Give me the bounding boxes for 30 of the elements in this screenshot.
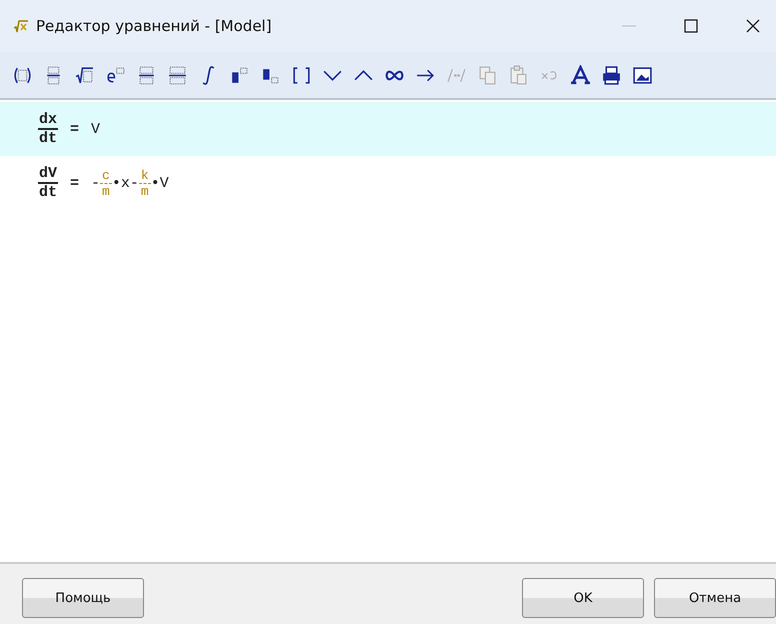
coefficient-fraction: k m [138, 168, 151, 198]
font-icon [570, 64, 591, 86]
paste-icon [508, 64, 529, 86]
expression-text: V [91, 120, 100, 138]
cancel-button[interactable]: Отмена [654, 578, 776, 618]
copy-icon [477, 64, 498, 86]
toolbar-button[interactable] [568, 64, 593, 86]
maximize-icon [683, 18, 699, 34]
sqrt-icon [74, 64, 95, 86]
derivative-fraction: dx dt [38, 111, 58, 147]
image-icon [632, 64, 653, 86]
app-icon [14, 19, 28, 33]
deriv2-icon [167, 64, 188, 86]
expression-text: •V [150, 174, 169, 192]
superscript-icon [229, 64, 250, 86]
help-button[interactable]: Помощь [22, 578, 144, 618]
derivative-fraction: dV dt [38, 165, 58, 201]
equals-sign: = [70, 120, 80, 138]
print-icon [601, 64, 622, 86]
close-icon [745, 18, 761, 34]
minimize-icon [621, 25, 637, 27]
deriv-icon [136, 64, 157, 86]
expression-text: •x- [112, 174, 139, 192]
coefficient-fraction: c m [100, 168, 112, 198]
equals-sign: = [70, 174, 80, 192]
brackets-icon [291, 64, 312, 86]
ok-button[interactable]: OK [522, 578, 644, 618]
expression-text: - [91, 174, 100, 192]
exp-icon [105, 64, 126, 86]
window-title: Редактор уравнений - [Model] [36, 17, 273, 35]
